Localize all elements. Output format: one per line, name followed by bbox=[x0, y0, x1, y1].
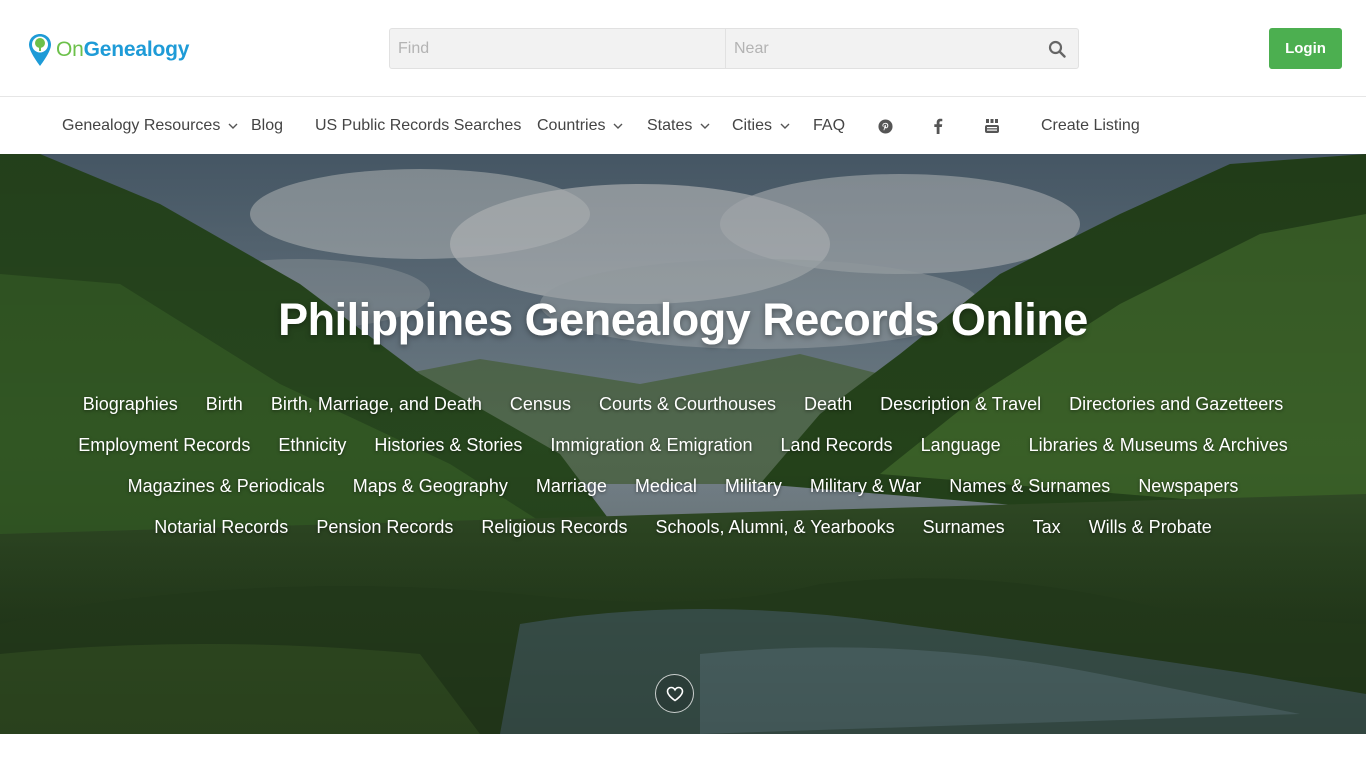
category-link[interactable]: Military bbox=[725, 476, 782, 497]
category-link[interactable]: Courts & Courthouses bbox=[599, 394, 776, 415]
search-button[interactable] bbox=[1036, 29, 1078, 68]
category-link[interactable]: Pension Records bbox=[316, 517, 453, 538]
site-logo[interactable]: OnGenealogy bbox=[28, 33, 189, 67]
category-row: Notarial Records Pension Records Religio… bbox=[60, 507, 1306, 548]
favorite-button[interactable] bbox=[655, 674, 694, 713]
category-link[interactable]: Ethnicity bbox=[278, 435, 346, 456]
category-link[interactable]: Language bbox=[921, 435, 1001, 456]
search-bar bbox=[389, 28, 1079, 69]
category-list: Biographies Birth Birth, Marriage, and D… bbox=[60, 384, 1306, 548]
hero-section: Philippines Genealogy Records Online Bio… bbox=[0, 154, 1366, 734]
category-link[interactable]: Libraries & Museums & Archives bbox=[1029, 435, 1288, 456]
category-link[interactable]: Tax bbox=[1033, 517, 1061, 538]
category-link[interactable]: Military & War bbox=[810, 476, 921, 497]
search-icon bbox=[1048, 40, 1066, 58]
category-link[interactable]: Names & Surnames bbox=[949, 476, 1110, 497]
category-link[interactable]: Histories & Stories bbox=[374, 435, 522, 456]
category-link[interactable]: Schools, Alumni, & Yearbooks bbox=[655, 517, 894, 538]
nav-label: Countries bbox=[537, 117, 606, 134]
facebook-icon bbox=[934, 118, 943, 134]
category-link[interactable]: Religious Records bbox=[481, 517, 627, 538]
category-link[interactable]: Marriage bbox=[536, 476, 607, 497]
login-button[interactable]: Login bbox=[1269, 28, 1342, 69]
category-link[interactable]: Surnames bbox=[923, 517, 1005, 538]
nav-cities[interactable]: Cities bbox=[732, 98, 790, 154]
category-link[interactable]: Employment Records bbox=[78, 435, 250, 456]
chevron-down-icon bbox=[700, 123, 710, 129]
nav-faq[interactable]: FAQ bbox=[813, 98, 845, 154]
chevron-down-icon bbox=[228, 123, 238, 129]
find-input[interactable] bbox=[390, 29, 726, 68]
youtube-link[interactable] bbox=[982, 116, 1002, 136]
category-link[interactable]: Wills & Probate bbox=[1089, 517, 1212, 538]
category-row: Employment Records Ethnicity Histories &… bbox=[60, 425, 1306, 466]
nav-label: Blog bbox=[251, 117, 284, 134]
category-link[interactable]: Immigration & Emigration bbox=[550, 435, 752, 456]
nav-us-public-records[interactable]: US Public Records Searches bbox=[315, 98, 521, 154]
nav-states[interactable]: States bbox=[647, 98, 710, 154]
nav-label: Cities bbox=[732, 117, 773, 134]
nav-label: Create Listing bbox=[1041, 117, 1140, 134]
main-nav: Genealogy Resources Blog US Public Recor… bbox=[0, 98, 1366, 154]
youtube-icon bbox=[985, 119, 999, 133]
category-link[interactable]: Newspapers bbox=[1138, 476, 1238, 497]
brand-name: OnGenealogy bbox=[56, 38, 190, 61]
category-link[interactable]: Death bbox=[804, 394, 852, 415]
facebook-link[interactable] bbox=[928, 116, 948, 136]
category-row: Magazines & Periodicals Maps & Geography… bbox=[60, 466, 1306, 507]
pinterest-link[interactable] bbox=[875, 116, 895, 136]
category-link[interactable]: Maps & Geography bbox=[353, 476, 508, 497]
category-row: Biographies Birth Birth, Marriage, and D… bbox=[60, 384, 1306, 425]
category-link[interactable]: Biographies bbox=[83, 394, 178, 415]
nav-blog[interactable]: Blog bbox=[251, 98, 283, 154]
category-link[interactable]: Census bbox=[510, 394, 571, 415]
category-link[interactable]: Land Records bbox=[780, 435, 892, 456]
category-link[interactable]: Magazines & Periodicals bbox=[128, 476, 325, 497]
category-link[interactable]: Birth, Marriage, and Death bbox=[271, 394, 482, 415]
category-link[interactable]: Description & Travel bbox=[880, 394, 1041, 415]
nav-label: FAQ bbox=[813, 117, 846, 134]
nav-label: US Public Records Searches bbox=[315, 117, 522, 134]
category-link[interactable]: Medical bbox=[635, 476, 697, 497]
category-link[interactable]: Birth bbox=[206, 394, 243, 415]
category-link[interactable]: Directories and Gazetteers bbox=[1069, 394, 1283, 415]
category-link[interactable]: Notarial Records bbox=[154, 517, 288, 538]
nav-genealogy-resources[interactable]: Genealogy Resources bbox=[62, 98, 238, 154]
chevron-down-icon bbox=[613, 123, 623, 129]
heart-icon bbox=[666, 686, 683, 701]
near-input[interactable] bbox=[726, 29, 1036, 68]
site-header: OnGenealogy Login bbox=[0, 0, 1366, 97]
nav-countries[interactable]: Countries bbox=[537, 98, 623, 154]
nav-label: Genealogy Resources bbox=[62, 117, 221, 134]
pinterest-icon bbox=[877, 118, 893, 134]
create-listing-link[interactable]: Create Listing bbox=[1041, 98, 1140, 154]
page-title: Philippines Genealogy Records Online bbox=[278, 294, 1088, 345]
map-pin-tree-icon bbox=[29, 34, 51, 66]
chevron-down-icon bbox=[780, 123, 790, 129]
nav-label: States bbox=[647, 117, 693, 134]
